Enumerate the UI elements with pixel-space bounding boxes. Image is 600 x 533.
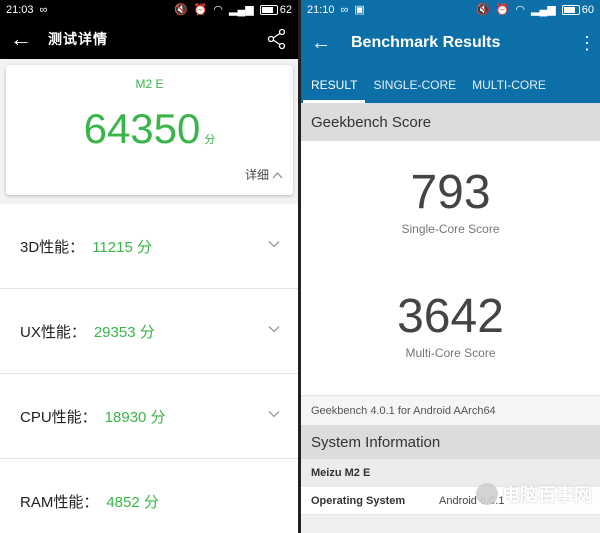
sub-score-value: 18930 分 <box>104 408 166 426</box>
page-title: Benchmark Results <box>351 34 501 51</box>
battery-icon: 62 <box>259 3 292 16</box>
mute-icon: 🔇 <box>174 4 188 16</box>
wifi-icon: ◠ <box>515 4 526 16</box>
status-time: 21:03 <box>6 3 34 16</box>
geekbench-screen: 21:10 ∞ ▣ 🔇 ⏰ ◠ ▂▄▆ 60 ← Benchmark Resul… <box>301 0 600 533</box>
geekbench-score-header: Geekbench Score <box>301 103 600 141</box>
sub-score-value: 29353 分 <box>93 323 155 341</box>
infinity-icon: ∞ <box>340 3 349 16</box>
total-score-card: M2 E 64350 分 详细 <box>6 65 293 195</box>
sub-score-value: 11215 分 <box>92 238 152 256</box>
back-arrow-icon[interactable]: ← <box>10 26 38 52</box>
sub-score-label: UX性能： <box>20 323 86 341</box>
sub-score-row-ux[interactable]: UX性能： 29353 分 <box>0 289 298 374</box>
sub-score-label: 3D性能： <box>20 238 85 256</box>
sysinfo-key: Operating System <box>311 494 406 507</box>
share-icon[interactable] <box>266 28 288 50</box>
sub-score-row-ram[interactable]: RAM性能： 4852 分 <box>0 459 298 533</box>
sysinfo-key: Meizu M2 E <box>311 466 371 479</box>
tab-single-core[interactable]: SINGLE-CORE <box>365 67 464 103</box>
sub-score-row-cpu[interactable]: CPU性能： 18930 分 <box>0 374 298 459</box>
alarm-icon: ⏰ <box>193 4 208 16</box>
wifi-icon: ◠ <box>213 4 224 16</box>
signal-icon: ▂▄▆ <box>531 4 556 16</box>
status-time: 21:10 <box>307 3 335 16</box>
battery-level: 60 <box>581 3 594 16</box>
chevron-down-icon <box>268 411 280 418</box>
single-core-label: Single-Core Score <box>401 222 500 236</box>
tab-bar: RESULT SINGLE-CORE MULTI-CORE <box>301 67 600 103</box>
version-info: Geekbench 4.0.1 for Android AArch64 <box>301 395 600 425</box>
single-core-block: 793 Single-Core Score <box>301 165 600 236</box>
sub-score-list: 3D性能： 11215 分 UX性能： 29353 分 CPU性能： 18930… <box>0 204 298 533</box>
app-bar: ← 测试详情 <box>0 19 298 59</box>
mute-icon: 🔇 <box>476 4 490 16</box>
watermark-logo-icon <box>476 483 498 505</box>
chevron-down-icon <box>268 326 280 333</box>
image-icon: ▣ <box>354 4 365 16</box>
alarm-icon: ⏰ <box>495 4 510 16</box>
detail-toggle[interactable]: 详细 <box>245 166 283 183</box>
status-bar: 21:10 ∞ ▣ 🔇 ⏰ ◠ ▂▄▆ 60 <box>301 0 600 19</box>
watermark-text: 电脑百事网 <box>502 485 592 505</box>
site-watermark: 电脑百事网 <box>476 481 592 507</box>
more-vert-icon[interactable]: ⋮ <box>578 33 596 54</box>
chevron-down-icon <box>268 241 280 248</box>
sub-score-value: 4852 分 <box>106 493 159 511</box>
scores-panel: 793 Single-Core Score 3642 Multi-Core Sc… <box>301 141 600 395</box>
sub-score-label: RAM性能： <box>20 493 99 511</box>
device-model: M2 E <box>135 77 164 91</box>
total-score: 64350 <box>83 105 201 152</box>
sub-score-row-3d[interactable]: 3D性能： 11215 分 <box>0 204 298 289</box>
sub-score-label: CPU性能： <box>20 408 97 426</box>
battery-icon: 60 <box>561 3 594 16</box>
battery-level: 62 <box>279 3 292 16</box>
single-core-score: 793 <box>410 166 491 219</box>
infinity-icon: ∞ <box>39 3 48 16</box>
page-title: 测试详情 <box>48 31 108 47</box>
chevron-up-icon <box>272 171 283 178</box>
system-info-header: System Information <box>301 425 600 459</box>
app-bar: ← Benchmark Results ⋮ <box>301 19 600 67</box>
multi-core-score: 3642 <box>397 290 504 343</box>
multi-core-label: Multi-Core Score <box>405 346 496 360</box>
tab-multi-core[interactable]: MULTI-CORE <box>464 67 554 103</box>
score-unit: 分 <box>204 134 216 146</box>
status-bar: 21:03 ∞ 🔇 ⏰ ◠ ▂▄▆ 62 <box>0 0 298 19</box>
detail-label: 详细 <box>244 168 269 182</box>
tab-result[interactable]: RESULT <box>303 67 366 103</box>
multi-core-block: 3642 Multi-Core Score <box>301 289 600 360</box>
antutu-screen: 21:03 ∞ 🔇 ⏰ ◠ ▂▄▆ 62 ← 测试详情 M2 E 64350 分 … <box>0 0 298 533</box>
back-arrow-icon[interactable]: ← <box>311 32 341 55</box>
signal-icon: ▂▄▆ <box>229 4 254 16</box>
